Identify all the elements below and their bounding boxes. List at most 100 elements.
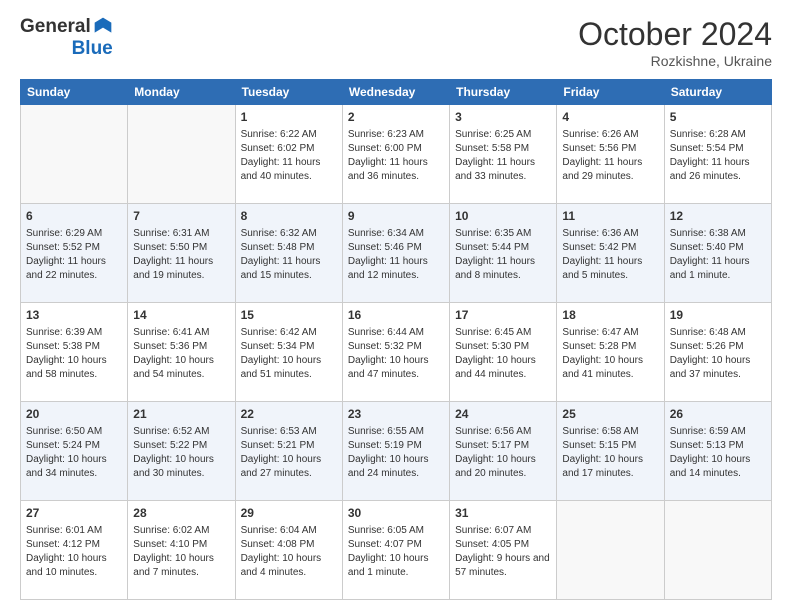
daylight-text: Daylight: 10 hours and 20 minutes. [455,453,551,481]
calendar-cell: 19Sunrise: 6:48 AMSunset: 5:26 PMDayligh… [664,303,771,402]
col-tuesday: Tuesday [235,80,342,105]
calendar-cell [128,105,235,204]
sunrise-text: Sunrise: 6:26 AM [562,128,658,142]
daylight-text: Daylight: 11 hours and 15 minutes. [241,255,337,283]
calendar-week-4: 20Sunrise: 6:50 AMSunset: 5:24 PMDayligh… [21,402,772,501]
day-number: 5 [670,109,766,126]
sunset-text: Sunset: 4:08 PM [241,538,337,552]
daylight-text: Daylight: 10 hours and 44 minutes. [455,354,551,382]
sunrise-text: Sunrise: 6:38 AM [670,227,766,241]
day-number: 25 [562,406,658,423]
daylight-text: Daylight: 10 hours and 17 minutes. [562,453,658,481]
calendar-cell: 10Sunrise: 6:35 AMSunset: 5:44 PMDayligh… [450,204,557,303]
sunset-text: Sunset: 5:44 PM [455,241,551,255]
sunset-text: Sunset: 5:40 PM [670,241,766,255]
sunset-text: Sunset: 6:02 PM [241,142,337,156]
calendar-cell [21,105,128,204]
sunset-text: Sunset: 5:52 PM [26,241,122,255]
calendar-cell: 22Sunrise: 6:53 AMSunset: 5:21 PMDayligh… [235,402,342,501]
sunrise-text: Sunrise: 6:34 AM [348,227,444,241]
day-number: 26 [670,406,766,423]
sunset-text: Sunset: 5:46 PM [348,241,444,255]
day-number: 30 [348,505,444,522]
calendar-week-1: 1Sunrise: 6:22 AMSunset: 6:02 PMDaylight… [21,105,772,204]
sunrise-text: Sunrise: 6:07 AM [455,524,551,538]
day-number: 7 [133,208,229,225]
sunset-text: Sunset: 5:38 PM [26,340,122,354]
day-number: 1 [241,109,337,126]
sunset-text: Sunset: 5:56 PM [562,142,658,156]
sunrise-text: Sunrise: 6:44 AM [348,326,444,340]
calendar-cell: 17Sunrise: 6:45 AMSunset: 5:30 PMDayligh… [450,303,557,402]
col-sunday: Sunday [21,80,128,105]
day-number: 19 [670,307,766,324]
sunrise-text: Sunrise: 6:04 AM [241,524,337,538]
day-number: 22 [241,406,337,423]
day-number: 11 [562,208,658,225]
calendar-cell: 29Sunrise: 6:04 AMSunset: 4:08 PMDayligh… [235,501,342,600]
day-number: 18 [562,307,658,324]
daylight-text: Daylight: 11 hours and 40 minutes. [241,156,337,184]
daylight-text: Daylight: 10 hours and 54 minutes. [133,354,229,382]
daylight-text: Daylight: 11 hours and 33 minutes. [455,156,551,184]
sunrise-text: Sunrise: 6:53 AM [241,425,337,439]
day-number: 16 [348,307,444,324]
logo: General Blue [20,16,113,60]
sunset-text: Sunset: 5:15 PM [562,439,658,453]
sunset-text: Sunset: 5:36 PM [133,340,229,354]
day-number: 24 [455,406,551,423]
month-title: October 2024 [578,16,772,53]
calendar-cell: 27Sunrise: 6:01 AMSunset: 4:12 PMDayligh… [21,501,128,600]
day-number: 9 [348,208,444,225]
day-number: 20 [26,406,122,423]
header-row: Sunday Monday Tuesday Wednesday Thursday… [21,80,772,105]
col-monday: Monday [128,80,235,105]
daylight-text: Daylight: 10 hours and 30 minutes. [133,453,229,481]
sunset-text: Sunset: 5:21 PM [241,439,337,453]
daylight-text: Daylight: 11 hours and 26 minutes. [670,156,766,184]
daylight-text: Daylight: 11 hours and 36 minutes. [348,156,444,184]
calendar-cell [557,501,664,600]
daylight-text: Daylight: 11 hours and 29 minutes. [562,156,658,184]
daylight-text: Daylight: 9 hours and 57 minutes. [455,552,551,580]
sunrise-text: Sunrise: 6:01 AM [26,524,122,538]
calendar-cell: 24Sunrise: 6:56 AMSunset: 5:17 PMDayligh… [450,402,557,501]
sunrise-text: Sunrise: 6:42 AM [241,326,337,340]
sunrise-text: Sunrise: 6:25 AM [455,128,551,142]
calendar-cell: 8Sunrise: 6:32 AMSunset: 5:48 PMDaylight… [235,204,342,303]
sunset-text: Sunset: 5:48 PM [241,241,337,255]
sunset-text: Sunset: 5:17 PM [455,439,551,453]
day-number: 21 [133,406,229,423]
calendar-cell: 6Sunrise: 6:29 AMSunset: 5:52 PMDaylight… [21,204,128,303]
daylight-text: Daylight: 10 hours and 37 minutes. [670,354,766,382]
sunrise-text: Sunrise: 6:05 AM [348,524,444,538]
sunrise-text: Sunrise: 6:58 AM [562,425,658,439]
day-number: 13 [26,307,122,324]
sunrise-text: Sunrise: 6:55 AM [348,425,444,439]
daylight-text: Daylight: 10 hours and 10 minutes. [26,552,122,580]
daylight-text: Daylight: 10 hours and 24 minutes. [348,453,444,481]
calendar-cell: 31Sunrise: 6:07 AMSunset: 4:05 PMDayligh… [450,501,557,600]
calendar-cell: 28Sunrise: 6:02 AMSunset: 4:10 PMDayligh… [128,501,235,600]
daylight-text: Daylight: 11 hours and 8 minutes. [455,255,551,283]
logo-general: General [20,16,91,38]
daylight-text: Daylight: 10 hours and 47 minutes. [348,354,444,382]
col-friday: Friday [557,80,664,105]
sunset-text: Sunset: 6:00 PM [348,142,444,156]
calendar-cell: 23Sunrise: 6:55 AMSunset: 5:19 PMDayligh… [342,402,449,501]
daylight-text: Daylight: 10 hours and 14 minutes. [670,453,766,481]
calendar-cell: 18Sunrise: 6:47 AMSunset: 5:28 PMDayligh… [557,303,664,402]
calendar-cell: 25 Sunrise: 6:58 AMSunset: 5:15 PMDayligh… [557,402,664,501]
sunset-text: Sunset: 5:28 PM [562,340,658,354]
calendar-cell: 12Sunrise: 6:38 AMSunset: 5:40 PMDayligh… [664,204,771,303]
calendar-cell: 15Sunrise: 6:42 AMSunset: 5:34 PMDayligh… [235,303,342,402]
sunrise-text: Sunrise: 6:28 AM [670,128,766,142]
calendar-cell: 9Sunrise: 6:34 AMSunset: 5:46 PMDaylight… [342,204,449,303]
sunrise-text: Sunrise: 6:36 AM [562,227,658,241]
sunset-text: Sunset: 4:05 PM [455,538,551,552]
sunset-text: Sunset: 5:22 PM [133,439,229,453]
sunrise-text: Sunrise: 6:31 AM [133,227,229,241]
calendar-cell: 13Sunrise: 6:39 AMSunset: 5:38 PMDayligh… [21,303,128,402]
day-number: 10 [455,208,551,225]
location: Rozkishne, Ukraine [578,53,772,69]
